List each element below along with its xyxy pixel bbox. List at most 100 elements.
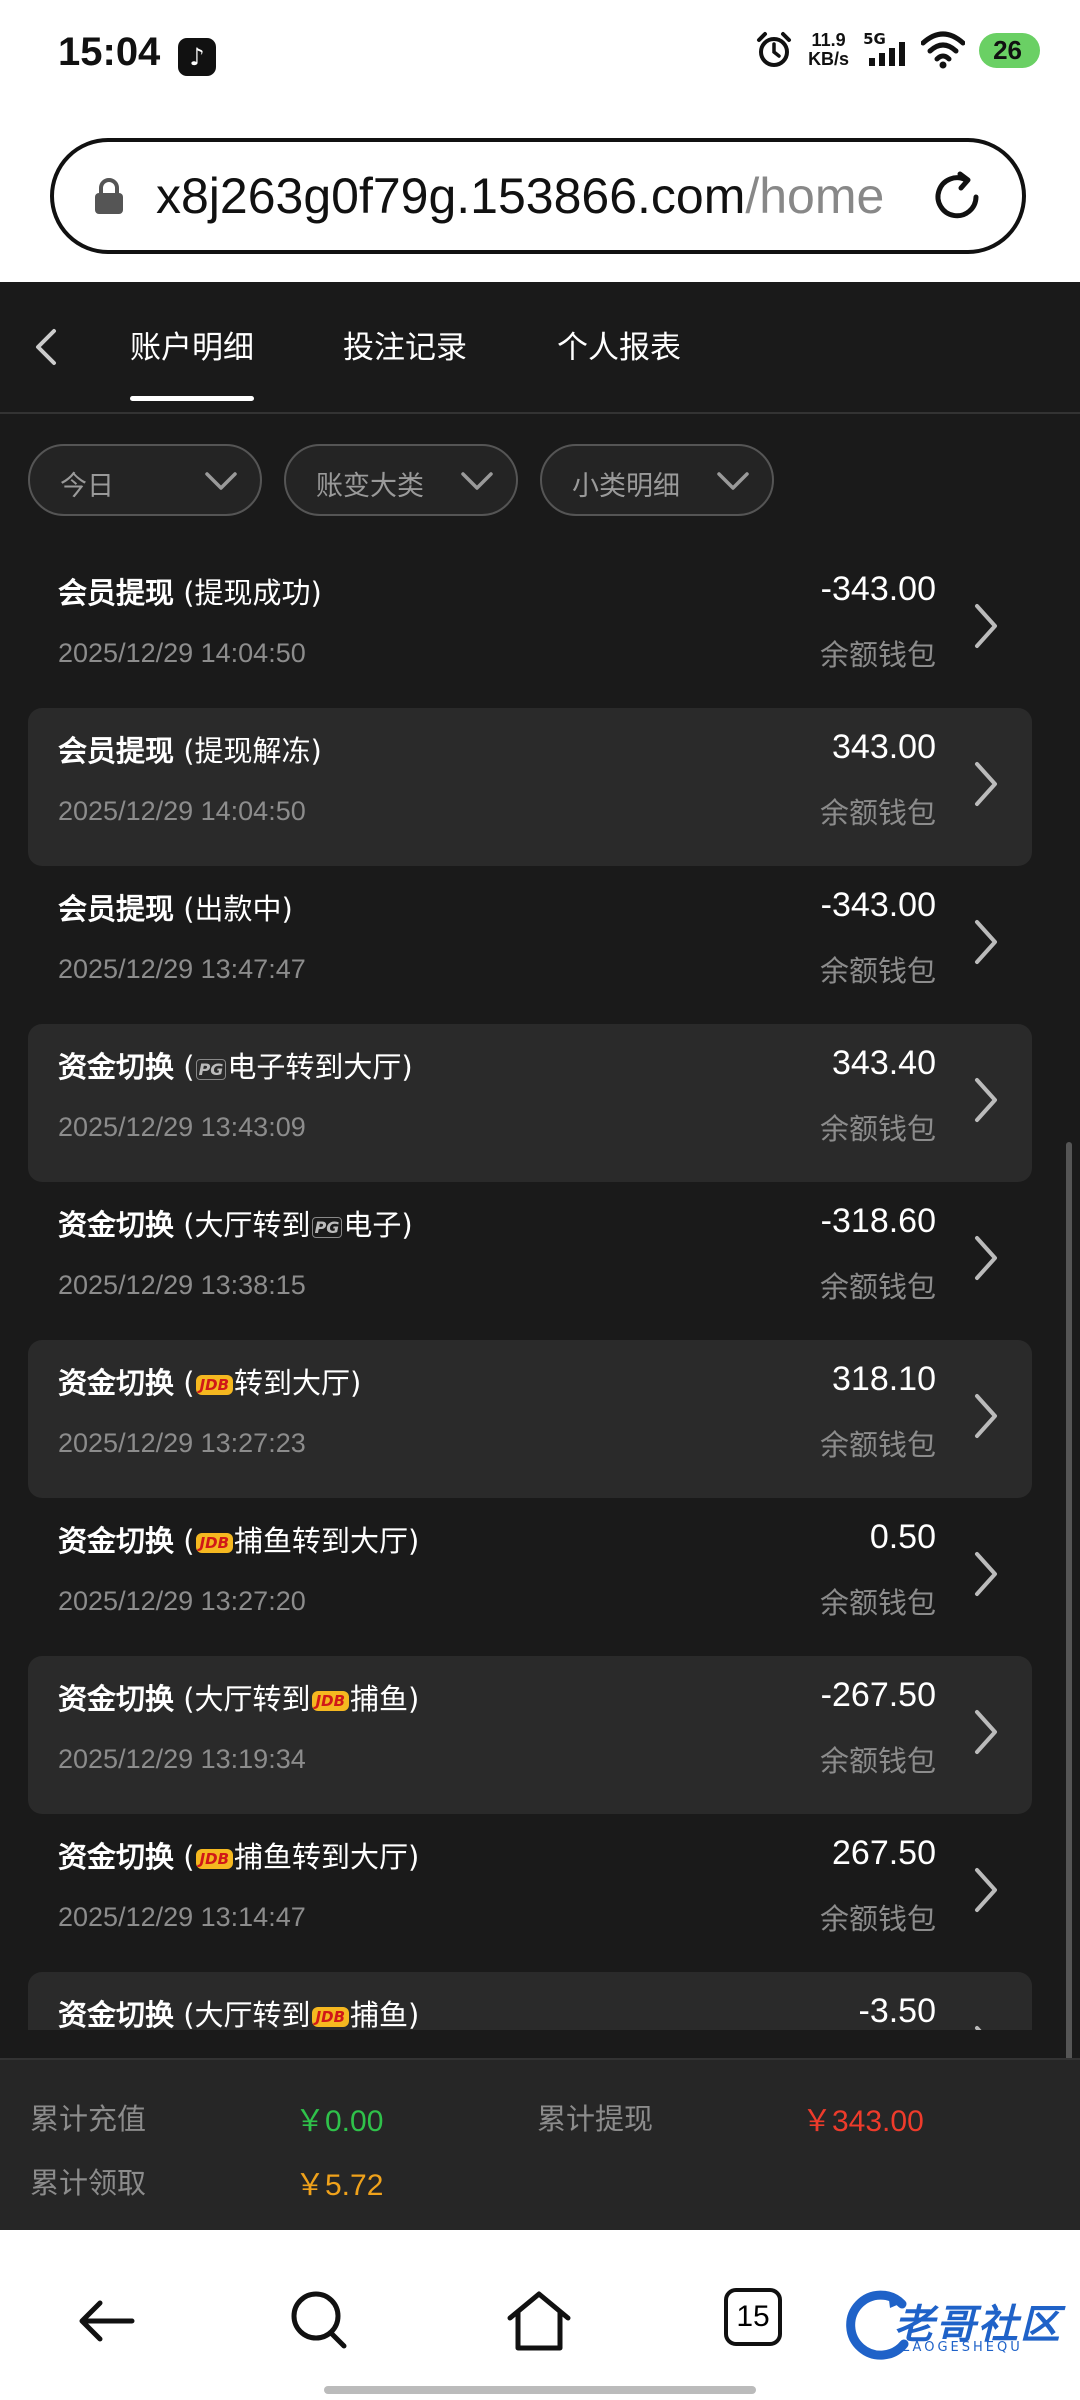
battery-indicator: 26: [979, 32, 1040, 68]
home-icon[interactable]: [504, 2286, 574, 2356]
account-details-page: 账户明细 投注记录 个人报表 今日 账变大类 小类明细 会员提现 (提现成功) …: [0, 282, 1080, 2230]
transaction-amount: 267.50: [832, 1834, 936, 1872]
back-arrow-icon[interactable]: [30, 327, 62, 367]
transaction-detail-suffix: 电子): [343, 1208, 413, 1242]
filter-bar: 今日 账变大类 小类明细: [28, 444, 774, 516]
chevron-right-icon: [975, 1236, 997, 1280]
chevron-right-icon: [975, 1552, 997, 1596]
scrollbar[interactable]: [1066, 1142, 1072, 2142]
watermark-logo: 老哥社区 LAOGESHEQU: [842, 2282, 1068, 2372]
transaction-row[interactable]: 资金切换 (大厅转到 PG 电子) 2025/12/29 13:38:15 -318…: [28, 1182, 1032, 1340]
reload-icon[interactable]: [928, 168, 986, 226]
transaction-title: 资金切换 (JDB 捕鱼转到大厅): [58, 1518, 419, 1560]
transaction-category: 资金切换: [58, 1998, 175, 2030]
url-domain: x8j263g0f79g.153866.com: [156, 168, 746, 224]
tiktok-notification-icon: ♪: [178, 38, 216, 76]
category-filter-label: 账变大类: [316, 471, 424, 502]
back-arrow-icon[interactable]: [72, 2286, 142, 2356]
transaction-detail: (出款中): [183, 892, 293, 926]
transaction-amount: -267.50: [820, 1676, 936, 1714]
wallet-label: 余额钱包: [819, 638, 936, 672]
pg-logo-icon: PG: [195, 1058, 227, 1080]
transaction-row[interactable]: 资金切换 (PG 电子转到大厅) 2025/12/29 13:43:09 343.…: [28, 1024, 1032, 1182]
transaction-detail-suffix: 转到大厅): [234, 1366, 362, 1400]
wallet-label: 余额钱包: [819, 1112, 936, 1146]
transaction-amount: 343.40: [832, 1044, 936, 1082]
jdb-logo-icon: JDB: [195, 1849, 234, 1869]
transaction-amount: -3.50: [858, 1992, 937, 2030]
transaction-title: 资金切换 (大厅转到 JDB 捕鱼): [58, 1992, 419, 2030]
net-speed: 11.9 KB/s: [808, 31, 849, 69]
transaction-row[interactable]: 资金切换 (大厅转到 JDB 捕鱼) 2025/12/29 13:19:34 -26…: [28, 1656, 1032, 1814]
transaction-detail-suffix: 电子转到大厅): [227, 1050, 413, 1084]
transaction-row[interactable]: 资金切换 (大厅转到 JDB 捕鱼) -3.50: [28, 1972, 1032, 2030]
net-speed-unit: KB/s: [808, 49, 850, 69]
alarm-icon: [757, 32, 792, 67]
chevron-right-icon: [975, 1868, 997, 1912]
category-filter-dropdown[interactable]: 账变大类: [284, 444, 518, 516]
gesture-home-bar[interactable]: [324, 2386, 756, 2394]
transaction-detail: (大厅转到: [183, 1208, 311, 1242]
transaction-detail: (大厅转到: [183, 1682, 311, 1716]
chevron-right-icon: [975, 604, 997, 648]
total-deposit-label: 累计充值: [30, 2102, 147, 2136]
wifi-icon: [921, 31, 966, 69]
total-withdraw-value: ￥343.00: [802, 2105, 924, 2138]
transaction-amount: 318.10: [832, 1360, 936, 1398]
transaction-amount: -343.00: [820, 570, 936, 608]
chevron-right-icon: [975, 1078, 997, 1122]
transaction-title: 资金切换 (大厅转到 JDB 捕鱼): [58, 1676, 419, 1718]
chevron-right-icon: [975, 1710, 997, 1754]
transaction-detail: (: [183, 1050, 195, 1084]
transaction-row[interactable]: 会员提现 (提现解冻) 2025/12/29 14:04:50 343.00 余…: [28, 708, 1032, 866]
lock-icon: [95, 178, 123, 214]
wallet-label: 余额钱包: [819, 1744, 936, 1778]
transaction-detail: (: [183, 1366, 195, 1400]
tab-bar: 账户明细 投注记录 个人报表: [0, 282, 1080, 414]
transaction-row[interactable]: 会员提现 (出款中) 2025/12/29 13:47:47 -343.00 余…: [28, 866, 1032, 1024]
transaction-category: 资金切换: [58, 1524, 175, 1558]
transaction-row[interactable]: 资金切换 (JDB 捕鱼转到大厅) 2025/12/29 13:27:20 0.5…: [28, 1498, 1032, 1656]
transaction-category: 资金切换: [58, 1050, 175, 1084]
browser-bottom-nav: 15 老哥社区 LAOGESHEQU: [0, 2230, 1080, 2400]
transaction-detail-suffix: 捕鱼转到大厅): [234, 1840, 420, 1874]
chevron-right-icon: [975, 920, 997, 964]
transaction-category: 资金切换: [58, 1208, 175, 1242]
chevron-down-icon: [205, 472, 237, 490]
transaction-detail: (大厅转到: [183, 1998, 311, 2030]
tab-account-details[interactable]: 账户明细: [130, 322, 254, 401]
jdb-logo-icon: JDB: [195, 1533, 234, 1553]
wallet-label: 余额钱包: [819, 1902, 936, 1936]
date-filter-label: 今日: [60, 471, 114, 502]
transaction-date: 2025/12/29 13:19:34: [58, 1744, 306, 1774]
total-claim-label: 累计领取: [30, 2166, 147, 2200]
transaction-detail: (: [183, 1524, 195, 1558]
tab-bet-records[interactable]: 投注记录: [343, 322, 467, 367]
total-claim-value: ￥5.72: [295, 2169, 384, 2202]
transaction-row[interactable]: 资金切换 (JDB 捕鱼转到大厅) 2025/12/29 13:14:47 267…: [28, 1814, 1032, 1972]
transaction-list: 会员提现 (提现成功) 2025/12/29 14:04:50 -343.00 …: [0, 550, 1080, 2030]
tab-personal-report[interactable]: 个人报表: [557, 322, 681, 367]
subcategory-filter-dropdown[interactable]: 小类明细: [540, 444, 774, 516]
url-text[interactable]: x8j263g0f79g.153866.com/home: [156, 167, 896, 225]
date-filter-dropdown[interactable]: 今日: [28, 444, 262, 516]
transaction-row[interactable]: 资金切换 (JDB 转到大厅) 2025/12/29 13:27:23 318.1…: [28, 1340, 1032, 1498]
tabs-count-button[interactable]: 15: [724, 2288, 782, 2346]
wallet-label: 余额钱包: [819, 1428, 936, 1462]
wallet-label: 余额钱包: [819, 1586, 936, 1620]
transaction-amount: -343.00: [820, 886, 936, 924]
search-icon[interactable]: [286, 2286, 356, 2356]
transaction-row[interactable]: 会员提现 (提现成功) 2025/12/29 14:04:50 -343.00 …: [28, 550, 1032, 708]
jdb-logo-icon: JDB: [311, 1691, 350, 1711]
transaction-title: 资金切换 (JDB 捕鱼转到大厅): [58, 1834, 419, 1876]
transaction-title: 资金切换 (JDB 转到大厅): [58, 1360, 361, 1402]
total-deposit-value: ￥0.00: [295, 2105, 384, 2138]
chevron-right-icon: [975, 762, 997, 806]
address-bar[interactable]: x8j263g0f79g.153866.com/home: [50, 138, 1026, 254]
url-path: /home: [745, 168, 885, 224]
transaction-detail-suffix: 捕鱼转到大厅): [234, 1524, 420, 1558]
transaction-title: 资金切换 (大厅转到 PG 电子): [58, 1202, 413, 1244]
total-withdraw-label: 累计提现: [537, 2102, 654, 2136]
transaction-category: 资金切换: [58, 1682, 175, 1716]
chevron-right-icon: [975, 2026, 982, 2030]
